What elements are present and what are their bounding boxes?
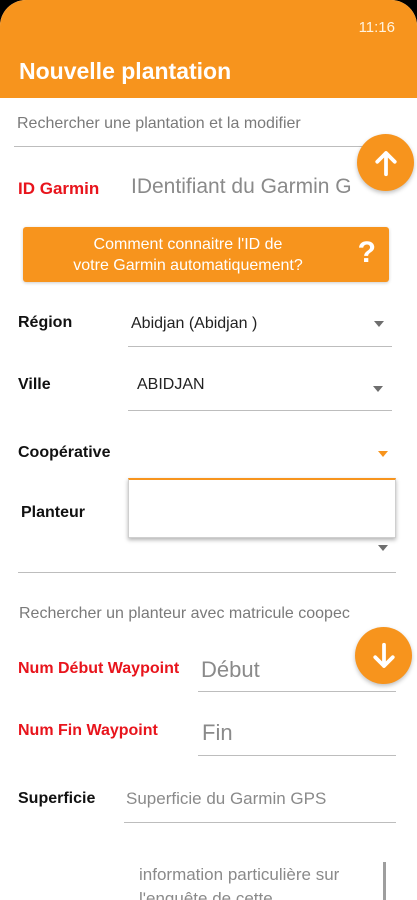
superficie-input[interactable]: Superficie du Garmin GPS xyxy=(126,789,326,809)
search-planteur-input[interactable]: Rechercher un planteur avec matricule co… xyxy=(19,605,399,623)
caret-down-icon[interactable] xyxy=(373,386,383,392)
garmin-help-line2: votre Garmin automatiquement? xyxy=(73,257,303,274)
search-plantation-input[interactable]: Rechercher une plantation et la modifier xyxy=(17,115,301,133)
arrow-up-icon xyxy=(374,150,397,176)
app-bar: Nouvelle plantation xyxy=(0,38,417,98)
planteur-underline xyxy=(18,572,396,573)
status-time: 11:16 xyxy=(358,19,395,36)
caret-down-icon[interactable] xyxy=(378,451,388,457)
cooperative-label: Coopérative xyxy=(18,444,111,461)
waypoint-start-label: Num Début Waypoint xyxy=(18,660,180,677)
ville-select[interactable]: ABIDJAN xyxy=(137,376,205,394)
scroll-down-button[interactable] xyxy=(355,627,412,684)
arrow-down-icon xyxy=(372,642,395,668)
planteur-label: Planteur xyxy=(21,504,86,521)
garmin-id-input[interactable]: IDentifiant du Garmin G xyxy=(131,175,417,199)
region-select[interactable]: Abidjan (Abidjan ) xyxy=(131,315,257,333)
status-bar: 11:16 xyxy=(0,0,417,38)
search-plantation-underline xyxy=(14,146,384,147)
region-underline xyxy=(128,346,392,347)
waypoint-start-input[interactable]: Début xyxy=(201,657,260,683)
superficie-underline xyxy=(124,822,396,823)
garmin-help-text: Comment connaitre l'ID de votre Garmin a… xyxy=(23,234,353,276)
caret-down-icon[interactable] xyxy=(374,321,384,327)
screen: 11:16 Nouvelle plantation Rechercher une… xyxy=(0,0,417,900)
garmin-id-label: ID Garmin xyxy=(18,179,100,198)
cooperative-dropdown-popup[interactable] xyxy=(128,478,396,538)
waypoint-end-label: Num Fin Waypoint xyxy=(18,722,158,739)
waypoint-end-underline xyxy=(198,755,396,756)
superficie-label: Superficie xyxy=(18,790,96,807)
info-scrollbar[interactable] xyxy=(383,862,386,900)
garmin-help-button[interactable]: Comment connaitre l'ID de votre Garmin a… xyxy=(23,227,389,282)
question-icon: ? xyxy=(357,236,376,269)
ville-underline xyxy=(128,410,392,411)
info-textarea[interactable]: information particulière sur l'enquête d… xyxy=(139,863,379,900)
page-title: Nouvelle plantation xyxy=(19,58,232,84)
ville-label: Ville xyxy=(18,376,51,393)
waypoint-start-underline xyxy=(198,691,396,692)
waypoint-end-input[interactable]: Fin xyxy=(202,720,233,746)
region-label: Région xyxy=(18,314,73,331)
caret-down-icon[interactable] xyxy=(378,545,388,551)
garmin-help-line1: Comment connaitre l'ID de xyxy=(93,236,283,253)
